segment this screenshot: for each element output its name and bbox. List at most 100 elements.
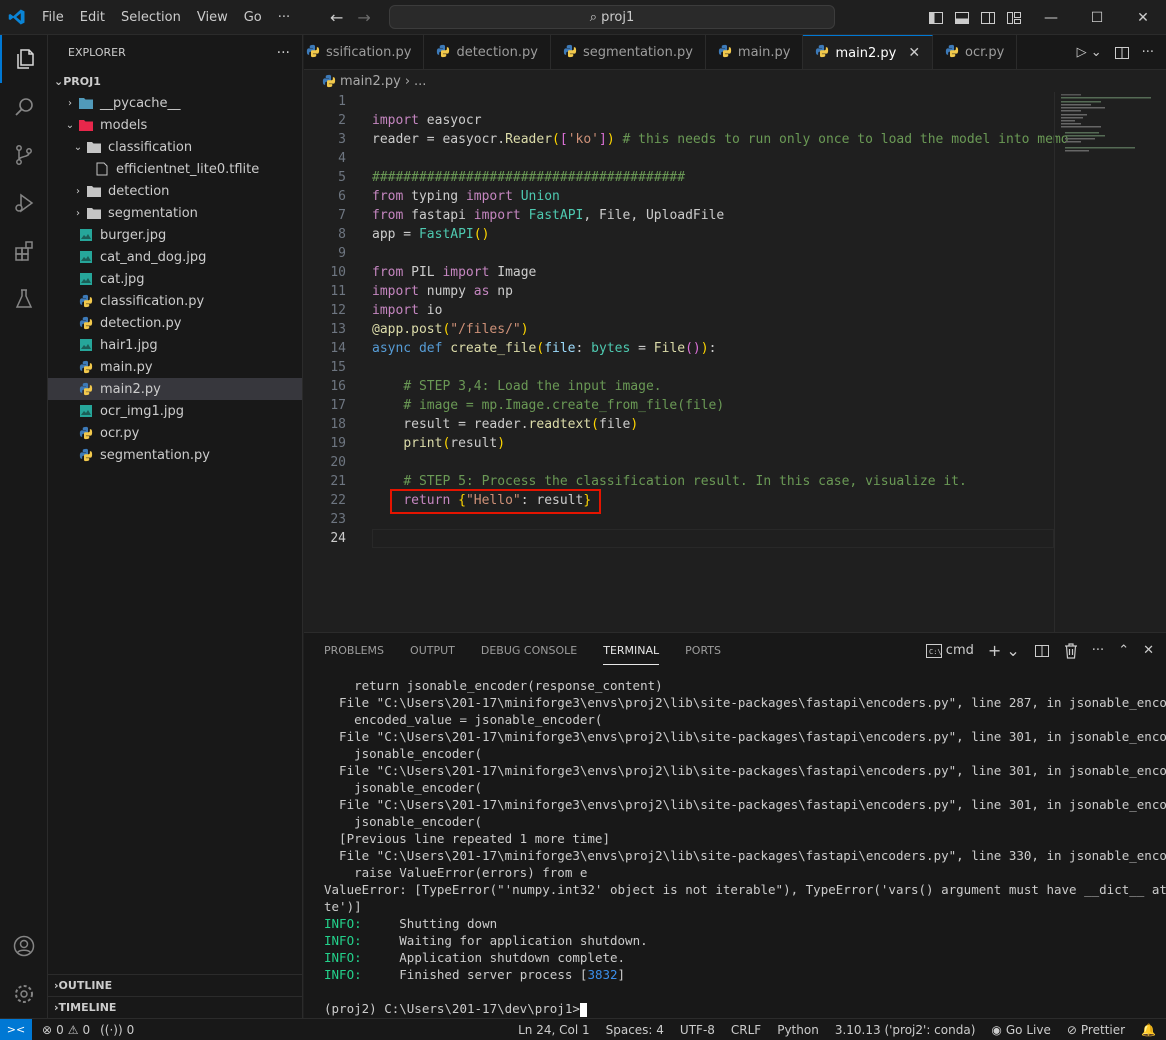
code-line[interactable]: 6 from typing import Union <box>304 187 1054 206</box>
menu-item-edit[interactable]: Edit <box>72 0 113 35</box>
tree-item[interactable]: ocr_img1.jpg <box>48 400 302 422</box>
panel-tab-debug-console[interactable]: DEBUG CONSOLE <box>481 644 577 657</box>
explorer-activity[interactable] <box>0 35 48 83</box>
tree-item[interactable]: › detection <box>48 180 302 202</box>
code-editor[interactable]: 1 2 import easyocr 3 reader = easyocr.Reader… <box>304 92 1166 632</box>
code-line[interactable]: 4 <box>304 149 1054 168</box>
forward-arrow-icon[interactable]: → <box>357 8 370 27</box>
ports-status[interactable]: ((·)) 0 <box>100 1023 134 1037</box>
code-line[interactable]: 9 <box>304 244 1054 263</box>
code-line[interactable]: 11 import numpy as np <box>304 282 1054 301</box>
close-panel-icon[interactable]: ✕ <box>1143 643 1154 658</box>
more-actions-icon[interactable]: ··· <box>1142 45 1154 60</box>
cursor-position[interactable]: Ln 24, Col 1 <box>518 1023 590 1037</box>
code-line[interactable]: 17 # image = mp.Image.create_from_file(f… <box>304 396 1054 415</box>
menu-item-selection[interactable]: Selection <box>113 0 189 35</box>
indentation[interactable]: Spaces: 4 <box>606 1023 664 1037</box>
new-terminal-icon[interactable]: + ⌄ <box>988 641 1020 660</box>
tree-item[interactable]: main.py <box>48 356 302 378</box>
notifications-bell-icon[interactable]: 🔔 <box>1141 1023 1156 1037</box>
remote-indicator[interactable]: >< <box>0 1018 32 1040</box>
toggle-secondary-sidebar-icon[interactable] <box>980 10 996 26</box>
panel-tab-ports[interactable]: PORTS <box>685 644 721 657</box>
close-window-icon[interactable]: ✕ <box>1120 0 1166 35</box>
prettier-status[interactable]: ⊘ Prettier <box>1067 1023 1125 1037</box>
tree-item[interactable]: efficientnet_lite0.tflite <box>48 158 302 180</box>
language-mode[interactable]: Python <box>777 1023 819 1037</box>
split-terminal-icon[interactable] <box>1034 643 1050 659</box>
split-editor-icon[interactable] <box>1114 45 1130 61</box>
run-python-icon[interactable]: ▷ ⌄ <box>1077 45 1102 60</box>
tree-item[interactable]: main2.py <box>48 378 302 400</box>
breadcrumb-file[interactable]: main2.py <box>340 74 401 89</box>
code-line[interactable]: 24 <box>304 529 1054 548</box>
code-line[interactable]: 7 from fastapi import FastAPI, File, Uplo… <box>304 206 1054 225</box>
close-tab-icon[interactable]: ✕ <box>908 45 920 61</box>
tree-item[interactable]: hair1.jpg <box>48 334 302 356</box>
editor-tab[interactable]: ssification.py <box>304 35 425 69</box>
back-arrow-icon[interactable]: ← <box>330 8 343 27</box>
toggle-panel-icon[interactable] <box>954 10 970 26</box>
code-line[interactable]: 5 #######################################… <box>304 168 1054 187</box>
code-line[interactable]: 19 print(result) <box>304 434 1054 453</box>
editor-tab[interactable]: main.py <box>706 35 804 69</box>
code-line[interactable]: 15 <box>304 358 1054 377</box>
more-actions-icon[interactable]: ··· <box>277 45 290 61</box>
menu-item-file[interactable]: File <box>34 0 72 35</box>
run-debug-activity[interactable] <box>0 179 48 227</box>
editor-tab[interactable]: main2.py ✕ <box>803 35 934 69</box>
root-folder-header[interactable]: ⌄ PROJ1 <box>48 70 302 92</box>
go-live-button[interactable]: ◉ Go Live <box>991 1023 1050 1037</box>
terminal-shell-selector[interactable]: C:\ cmd <box>925 643 974 658</box>
tree-item[interactable]: detection.py <box>48 312 302 334</box>
tree-item[interactable]: › segmentation <box>48 202 302 224</box>
menu-item-[interactable]: ··· <box>270 0 298 35</box>
minimap[interactable] <box>1054 92 1154 632</box>
panel-tab-problems[interactable]: PROBLEMS <box>324 644 384 657</box>
menu-item-go[interactable]: Go <box>236 0 270 35</box>
code-line[interactable]: 14 async def create_file(file: bytes = Fi… <box>304 339 1054 358</box>
code-line[interactable]: 16 # STEP 3,4: Load the input image. <box>304 377 1054 396</box>
panel-tab-output[interactable]: OUTPUT <box>410 644 455 657</box>
encoding[interactable]: UTF-8 <box>680 1023 715 1037</box>
editor-tab[interactable]: detection.py <box>424 35 551 69</box>
terminal-prompt[interactable]: (proj2) C:\Users\201-17\dev\proj1> <box>324 1000 1154 1017</box>
code-line[interactable]: 12 import io <box>304 301 1054 320</box>
tree-item[interactable]: classification.py <box>48 290 302 312</box>
tree-item[interactable]: burger.jpg <box>48 224 302 246</box>
testing-activity[interactable] <box>0 275 48 323</box>
tree-item[interactable]: ⌄ classification <box>48 136 302 158</box>
editor-tab[interactable]: ocr.py <box>933 35 1018 69</box>
timeline-section[interactable]: › TIMELINE <box>48 996 303 1018</box>
code-line[interactable]: 18 result = reader.readtext(file) <box>304 415 1054 434</box>
tree-item[interactable]: cat_and_dog.jpg <box>48 246 302 268</box>
tree-item[interactable]: › __pycache__ <box>48 92 302 114</box>
tree-item[interactable]: segmentation.py <box>48 444 302 466</box>
tree-item[interactable]: ocr.py <box>48 422 302 444</box>
search-activity[interactable] <box>0 83 48 131</box>
code-line[interactable]: 10 from PIL import Image <box>304 263 1054 282</box>
python-interpreter[interactable]: 3.10.13 ('proj2': conda) <box>835 1023 976 1037</box>
problems-status[interactable]: ⊗ 0 ⚠ 0 <box>42 1023 90 1037</box>
more-actions-icon[interactable]: ··· <box>1092 643 1104 658</box>
menu-item-view[interactable]: View <box>189 0 236 35</box>
customize-layout-icon[interactable] <box>1006 10 1022 26</box>
source-control-activity[interactable] <box>0 131 48 179</box>
code-line[interactable]: 3 reader = easyocr.Reader(['ko']) # this … <box>304 130 1068 149</box>
outline-section[interactable]: › OUTLINE <box>48 974 303 996</box>
code-line[interactable]: 8 app = FastAPI() <box>304 225 1054 244</box>
toggle-primary-sidebar-icon[interactable] <box>928 10 944 26</box>
maximize-panel-icon[interactable]: ⌃ <box>1118 643 1129 658</box>
minimize-icon[interactable]: — <box>1028 0 1074 35</box>
code-line[interactable]: 20 <box>304 453 1054 472</box>
extensions-activity[interactable] <box>0 227 48 275</box>
panel-tab-terminal[interactable]: TERMINAL <box>603 636 660 665</box>
manage-activity[interactable] <box>0 970 48 1018</box>
editor-tab[interactable]: segmentation.py <box>551 35 706 69</box>
tree-item[interactable]: ⌄ models <box>48 114 302 136</box>
command-center-search[interactable]: ⌕ proj1 <box>389 5 835 29</box>
code-line[interactable]: 2 import easyocr <box>304 111 1054 130</box>
tree-item[interactable]: cat.jpg <box>48 268 302 290</box>
maximize-icon[interactable]: ☐ <box>1074 0 1120 35</box>
code-line[interactable]: 1 <box>304 92 1054 111</box>
